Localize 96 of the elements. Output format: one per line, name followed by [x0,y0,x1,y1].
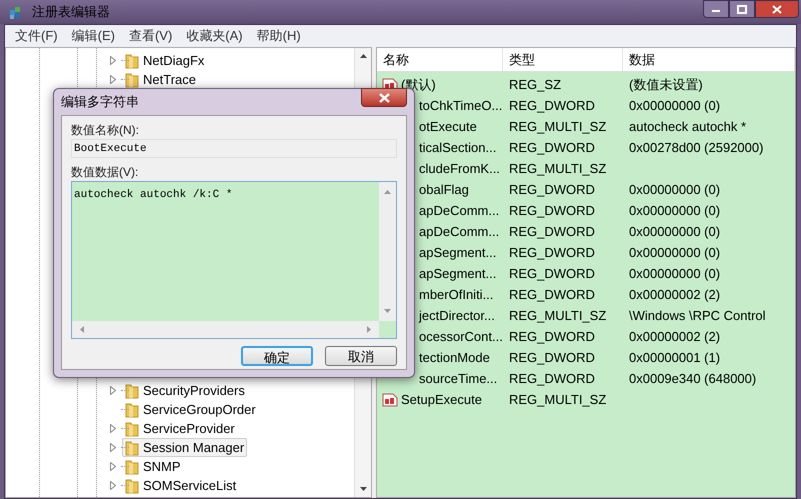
tree-item[interactable]: ServiceProvider [122,419,238,438]
value-type: REG_MULTI_SZ [508,160,608,178]
value-type: REG_DWORD [508,222,596,241]
name-field[interactable]: BootExecute [71,139,397,158]
field-label: 数值数据(V): [71,164,140,181]
folder-icon [125,420,139,436]
minimize-button[interactable] [703,0,729,18]
tree-item[interactable]: NetDiagFx [122,51,208,70]
column-header[interactable]: 数据 [623,48,795,71]
window-title: 注册表编辑器 [32,3,110,22]
data-text-area[interactable]: autocheck autochk /k:C * [71,181,397,339]
folder-icon [125,52,139,68]
value-name[interactable]: cludeFromK... [419,158,500,178]
expand-arrow-icon[interactable] [110,56,118,65]
value-type: REG_DWORD [508,286,596,304]
value-data: 0x00000002 (2) [628,286,720,304]
value-type: REG_DWORD [508,348,596,367]
value-type: REG_DWORD [508,96,596,115]
close-icon [378,92,390,102]
value-name[interactable]: ticalSection... [419,138,496,158]
value-data: 0x00000000 (0) [628,180,720,199]
value-type: REG_MULTI_SZ [508,306,608,325]
column-header[interactable]: 类型 [503,48,623,71]
expand-arrow-icon[interactable] [110,443,118,452]
value-data: (数值未设置) [628,76,703,94]
expand-arrow-icon[interactable] [110,75,118,84]
value-data: 0x00000000 (0) [628,244,720,262]
value-name[interactable]: apSegment... [419,264,496,284]
value-name[interactable]: SetupExecute [401,390,482,410]
folder-icon [125,72,139,88]
close-button[interactable] [755,0,799,18]
expand-arrow-icon[interactable] [110,481,118,490]
column-header[interactable]: 名称 [377,48,503,71]
scroll-up-icon[interactable] [360,54,366,58]
folder-icon [125,478,139,494]
value-name[interactable]: toChkTimeO... [419,96,502,116]
value-type: REG_MULTI_SZ [508,118,608,136]
value-data: 0x00000002 (2) [628,328,720,346]
value-type: REG_DWORD [508,264,596,283]
menu-item[interactable]: 编辑(E) [66,26,121,46]
tree-item[interactable]: SOMServiceList [122,476,240,495]
dialog-title: 编辑多字符串 [61,93,139,112]
value-data: autocheck autochk * [628,118,746,136]
value-type: REG_MULTI_SZ [508,390,608,409]
value-type: REG_DWORD [508,180,596,199]
value-name[interactable]: apDeComm... [419,200,500,220]
value-data: 0x0009e340 (648000) [628,370,756,388]
folder-icon [125,458,139,474]
value-data: 0x00000000 (0) [628,202,720,220]
value-type: REG_DWORD [508,138,596,157]
tree-item[interactable]: SecurityProviders [122,381,248,400]
menu-item[interactable]: 收藏夹(A) [180,26,249,46]
menu-item[interactable]: 查看(V) [122,26,178,46]
text-area-content: autocheck autochk /k:C * [73,188,234,203]
scroll-left-icon[interactable] [80,326,84,333]
value-type: REG_DWORD [508,202,596,220]
tree-item[interactable]: Session Manager [122,438,248,457]
value-data: 0x00278d00 (2592000) [628,138,764,157]
maximize-button[interactable] [729,0,755,18]
menu-item[interactable]: 帮助(H) [250,26,307,46]
value-type: REG_DWORD [508,370,596,388]
menu-item[interactable]: 文件(F) [9,26,64,46]
value-data: 0x00000001 (1) [628,348,720,367]
value-type: REG_SZ [508,76,562,94]
value-data: 0x00000000 (0) [628,222,720,241]
tree-item[interactable]: ServiceGroupOrder [122,400,259,419]
scroll-right-icon[interactable] [367,326,371,333]
value-data: \Windows \RPC Control [628,306,766,325]
close-icon [772,4,782,14]
folder-icon [125,440,139,456]
value-name[interactable]: ocessorCont... [419,326,503,346]
folder-icon [125,402,139,418]
value-name[interactable]: apDeComm... [419,222,500,242]
maximize-icon [737,4,747,14]
value-data: 0x00000000 (0) [628,264,720,283]
ok-button[interactable]: 确定 [241,346,313,366]
expand-arrow-icon[interactable] [110,462,118,471]
value-name[interactable]: mberOfIniti... [419,284,494,304]
expand-arrow-icon[interactable] [110,386,118,395]
value-name[interactable]: sourceTime... [419,368,498,388]
value-name[interactable]: obalFlag [419,180,469,200]
folder-icon [125,382,139,398]
value-type: REG_DWORD [508,244,596,262]
value-name[interactable]: jectDirector... [419,306,495,326]
value-name[interactable]: otExecute [419,116,477,136]
horizontal-scrollbar[interactable] [72,321,379,338]
tree-item[interactable]: NetTrace [122,70,199,89]
value-data: 0x00000000 (0) [628,96,720,115]
value-name[interactable]: apSegment... [419,242,496,262]
tree-item[interactable]: SNMP [122,457,184,476]
value-type: REG_DWORD [508,328,596,346]
field-label: 数值名称(N): [71,122,140,139]
scroll-down-icon[interactable] [360,487,366,491]
expand-arrow-icon[interactable] [110,424,118,433]
cancel-button[interactable]: 取消 [325,346,397,366]
value-name[interactable]: tectionMode [419,348,490,368]
